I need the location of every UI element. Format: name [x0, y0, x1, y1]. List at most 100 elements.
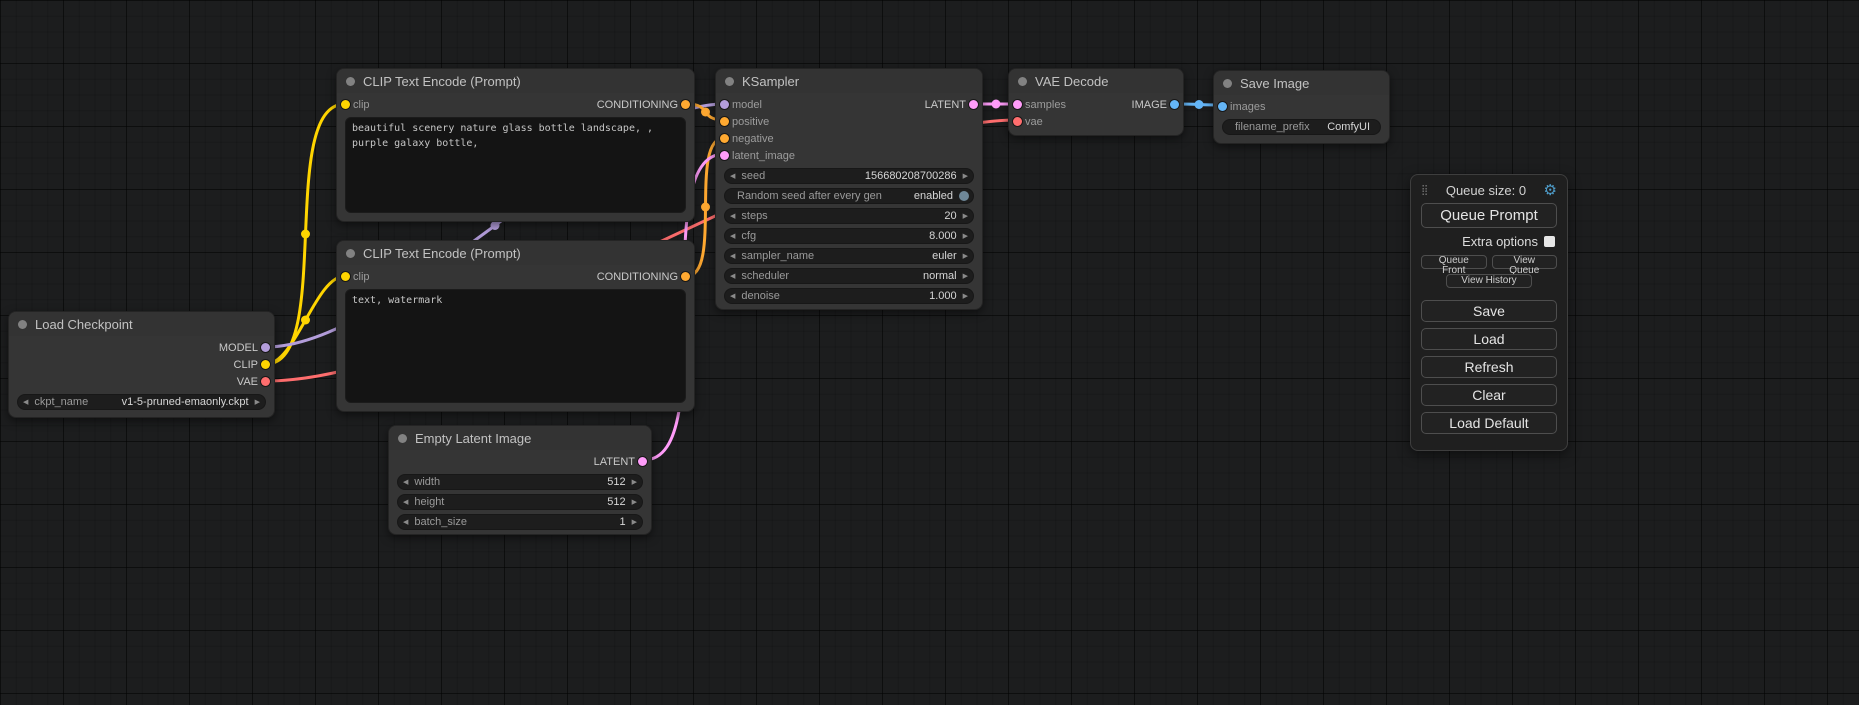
collapse-dot-icon[interactable]: [1223, 79, 1232, 88]
node-title-bar[interactable]: Load Checkpoint: [9, 312, 274, 336]
input-port-negative[interactable]: [720, 134, 729, 143]
decrement-arrow-icon[interactable]: ◀: [403, 479, 408, 486]
input-port-latent-image[interactable]: [720, 151, 729, 160]
queue-front-button[interactable]: Queue Front: [1421, 255, 1487, 269]
widget-label: steps: [741, 210, 767, 222]
widget-value: 20: [944, 210, 956, 222]
input-row-latent-image: latent_image: [716, 147, 982, 164]
toggle-knob-icon[interactable]: [959, 191, 969, 201]
input-port-samples[interactable]: [1013, 100, 1022, 109]
node-title-bar[interactable]: CLIP Text Encode (Prompt): [337, 69, 694, 93]
widget-sampler-name[interactable]: ◀ sampler_name euler ▶: [724, 248, 974, 264]
increment-arrow-icon[interactable]: ▶: [963, 233, 968, 240]
positive-prompt-textarea[interactable]: beautiful scenery nature glass bottle la…: [345, 117, 686, 213]
view-queue-button[interactable]: View Queue: [1492, 255, 1558, 269]
widget-width[interactable]: ◀ width 512 ▶: [397, 474, 643, 490]
node-title-bar[interactable]: CLIP Text Encode (Prompt): [337, 241, 694, 265]
increment-arrow-icon[interactable]: ▶: [632, 499, 637, 506]
decrement-arrow-icon[interactable]: ◀: [23, 399, 28, 406]
input-port-images[interactable]: [1218, 102, 1227, 111]
output-port-image[interactable]: [1170, 100, 1179, 109]
output-label: MODEL: [219, 342, 258, 354]
decrement-arrow-icon[interactable]: ◀: [403, 519, 408, 526]
increment-arrow-icon[interactable]: ▶: [632, 519, 637, 526]
output-port-conditioning[interactable]: [681, 272, 690, 281]
save-button[interactable]: Save: [1421, 300, 1557, 322]
node-title-bar[interactable]: Empty Latent Image: [389, 426, 651, 450]
input-port-positive[interactable]: [720, 117, 729, 126]
decrement-arrow-icon[interactable]: ◀: [730, 213, 735, 220]
output-port-vae[interactable]: [261, 377, 270, 386]
output-port-model[interactable]: [261, 343, 270, 352]
node-clip-text-encode-negative[interactable]: CLIP Text Encode (Prompt) clip CONDITION…: [336, 240, 695, 412]
output-port-latent[interactable]: [969, 100, 978, 109]
decrement-arrow-icon[interactable]: ◀: [730, 253, 735, 260]
queue-panel: ⣿ Queue size: 0 ⚙ Queue Prompt Extra opt…: [1410, 174, 1568, 451]
increment-arrow-icon[interactable]: ▶: [963, 213, 968, 220]
negative-prompt-textarea[interactable]: text, watermark: [345, 289, 686, 403]
widget-seed[interactable]: ◀ seed 156680208700286 ▶: [724, 168, 974, 184]
widget-batch-size[interactable]: ◀ batch_size 1 ▶: [397, 514, 643, 530]
input-port-vae[interactable]: [1013, 117, 1022, 126]
increment-arrow-icon[interactable]: ▶: [963, 253, 968, 260]
decrement-arrow-icon[interactable]: ◀: [730, 173, 735, 180]
collapse-dot-icon[interactable]: [1018, 77, 1027, 86]
widget-steps[interactable]: ◀ steps 20 ▶: [724, 208, 974, 224]
collapse-dot-icon[interactable]: [18, 320, 27, 329]
collapse-dot-icon[interactable]: [725, 77, 734, 86]
load-default-button[interactable]: Load Default: [1421, 412, 1557, 434]
widget-filename-prefix[interactable]: filename_prefix ComfyUI: [1222, 119, 1381, 135]
view-history-button[interactable]: View History: [1446, 274, 1532, 288]
widget-label: denoise: [741, 290, 780, 302]
node-ksampler[interactable]: KSampler model LATENT positive negative …: [715, 68, 983, 310]
input-port-clip[interactable]: [341, 272, 350, 281]
link-midpoint-dot: [701, 203, 710, 212]
node-load-checkpoint[interactable]: Load Checkpoint MODEL CLIP VAE ◀ ckpt_na…: [8, 311, 275, 418]
node-clip-text-encode-positive[interactable]: CLIP Text Encode (Prompt) clip CONDITION…: [336, 68, 695, 222]
widget-denoise[interactable]: ◀ denoise 1.000 ▶: [724, 288, 974, 304]
output-port-latent[interactable]: [638, 457, 647, 466]
input-label: vae: [1025, 116, 1043, 128]
collapse-dot-icon[interactable]: [398, 434, 407, 443]
collapse-dot-icon[interactable]: [346, 249, 355, 258]
widget-scheduler[interactable]: ◀ scheduler normal ▶: [724, 268, 974, 284]
input-port-clip[interactable]: [341, 100, 350, 109]
node-empty-latent-image[interactable]: Empty Latent Image LATENT ◀ width 512 ▶ …: [388, 425, 652, 535]
load-button[interactable]: Load: [1421, 328, 1557, 350]
node-title-bar[interactable]: KSampler: [716, 69, 982, 93]
input-port-model[interactable]: [720, 100, 729, 109]
queue-prompt-button[interactable]: Queue Prompt: [1421, 203, 1557, 228]
widget-ckpt-name[interactable]: ◀ ckpt_name v1-5-pruned-emaonly.ckpt ▶: [17, 394, 266, 410]
settings-gear-icon[interactable]: ⚙: [1544, 181, 1557, 199]
node-title-bar[interactable]: Save Image: [1214, 71, 1389, 95]
increment-arrow-icon[interactable]: ▶: [632, 479, 637, 486]
clear-button[interactable]: Clear: [1421, 384, 1557, 406]
node-title-bar[interactable]: VAE Decode: [1009, 69, 1183, 93]
input-label: negative: [732, 133, 774, 145]
widget-random-seed-toggle[interactable]: Random seed after every gen enabled: [724, 188, 974, 204]
widget-height[interactable]: ◀ height 512 ▶: [397, 494, 643, 510]
decrement-arrow-icon[interactable]: ◀: [730, 233, 735, 240]
output-row-model: MODEL: [9, 339, 274, 356]
extra-options-checkbox[interactable]: [1544, 236, 1555, 247]
widget-cfg[interactable]: ◀ cfg 8.000 ▶: [724, 228, 974, 244]
decrement-arrow-icon[interactable]: ◀: [730, 273, 735, 280]
node-save-image[interactable]: Save Image images filename_prefix ComfyU…: [1213, 70, 1390, 144]
output-port-conditioning[interactable]: [681, 100, 690, 109]
output-port-clip[interactable]: [261, 360, 270, 369]
link-midpoint-dot: [1195, 100, 1204, 109]
drag-handle-icon[interactable]: ⣿: [1421, 185, 1428, 196]
refresh-button[interactable]: Refresh: [1421, 356, 1557, 378]
graph-canvas[interactable]: Load Checkpoint MODEL CLIP VAE ◀ ckpt_na…: [0, 0, 1859, 705]
output-label: CONDITIONING: [597, 271, 678, 283]
output-label: CLIP: [234, 359, 258, 371]
node-title: Load Checkpoint: [35, 317, 133, 332]
node-vae-decode[interactable]: VAE Decode samples IMAGE vae: [1008, 68, 1184, 136]
increment-arrow-icon[interactable]: ▶: [255, 399, 260, 406]
decrement-arrow-icon[interactable]: ◀: [730, 293, 735, 300]
increment-arrow-icon[interactable]: ▶: [963, 273, 968, 280]
increment-arrow-icon[interactable]: ▶: [963, 173, 968, 180]
increment-arrow-icon[interactable]: ▶: [963, 293, 968, 300]
collapse-dot-icon[interactable]: [346, 77, 355, 86]
decrement-arrow-icon[interactable]: ◀: [403, 499, 408, 506]
